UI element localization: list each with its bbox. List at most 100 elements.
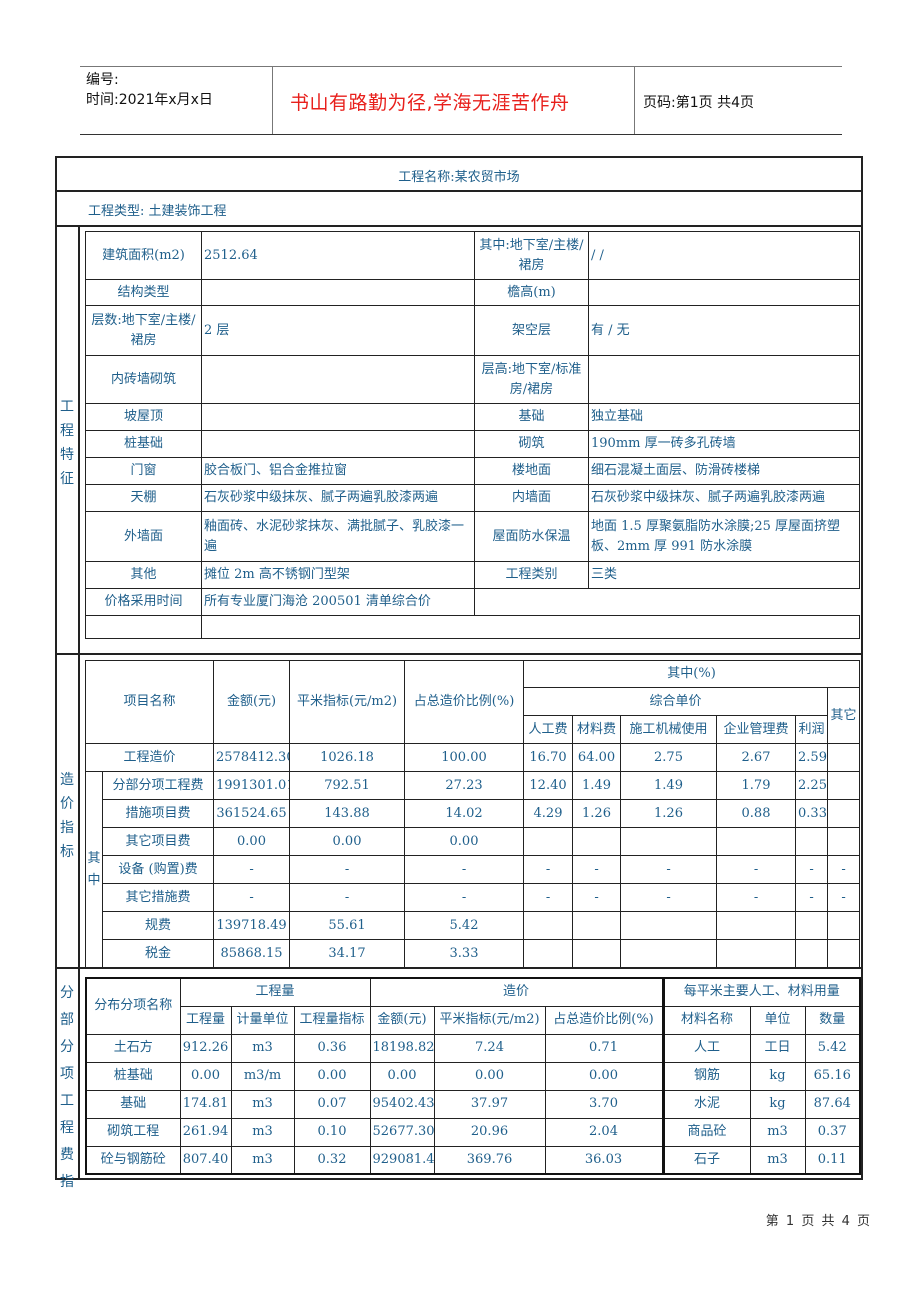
cell-empty	[523, 939, 574, 968]
project-type: 工程类型: 土建装饰工程	[88, 204, 227, 219]
cell-mat: 钢筋	[661, 1061, 751, 1091]
cell-empty	[795, 911, 829, 940]
cell-amount: 1991301.01	[213, 771, 291, 800]
cell-name: 土石方	[85, 1033, 181, 1063]
feature-label: 架空层	[474, 305, 589, 356]
cell-name: 砼与钢筋砼	[85, 1145, 181, 1175]
cell-ratio: 36.03	[544, 1145, 664, 1175]
cell-machine: 1.26	[620, 799, 718, 828]
table-row: 土石方 912.26 m3 0.36 18198.82 7.24 0.71 人工 工日 5.42	[85, 1033, 861, 1063]
col-header-qty-group: 工程量	[179, 977, 371, 1007]
cell-amount: 361524.65	[213, 799, 291, 828]
cell-mat-unit: kg	[749, 1089, 806, 1119]
feature-label: 屋面防水保温	[474, 511, 589, 562]
col-header-material: 材料费	[572, 715, 622, 744]
table-row-total: 工程造价 2578412.30 1026.18 100.00 16.70 64.…	[84, 743, 861, 772]
cell-per-m2: 143.88	[289, 799, 406, 828]
header-page-info: 页码:第1页 共4页	[643, 95, 754, 111]
cell-name: 分部分项工程费	[101, 771, 215, 800]
cell-qty-index: 0.10	[293, 1117, 371, 1147]
cell-ratio: 5.42	[404, 911, 525, 940]
feature-label: 建筑面积(m2)	[85, 231, 202, 280]
cell-mgmt	[716, 827, 797, 856]
divider	[55, 653, 863, 655]
col-header-amount: 金额(元)	[369, 1005, 435, 1035]
cell-name: 设备 (购置)费	[101, 855, 215, 884]
col-header-qty: 工程量	[179, 1005, 232, 1035]
header-bottom-rule	[80, 134, 842, 135]
feature-value: 细石混凝土面层、防滑砖楼梯	[588, 457, 860, 485]
cell-mgmt: -	[716, 855, 797, 884]
cell-other: -	[827, 855, 861, 884]
cell-profit: -	[795, 883, 829, 912]
cell-profit	[795, 827, 829, 856]
cell-empty	[620, 911, 718, 940]
sub-label-text: 其中	[87, 850, 101, 888]
header-motto: 书山有路勤为径,学海无涯苦作舟	[290, 92, 570, 114]
cell-ratio: 0.00	[404, 827, 525, 856]
cell-unit: m3	[230, 1089, 295, 1119]
table-row: 层数:地下室/主楼/裙房 2 层架空层有 / 无	[85, 305, 860, 356]
sub-label-of-which: 其中	[85, 771, 103, 968]
page-footer: 第 1 页 共 4 页	[765, 1214, 870, 1229]
cell-amount: 52677.30	[369, 1117, 435, 1147]
feature-value: 胶合板门、铝合金推拉窗	[201, 457, 475, 485]
cell-ratio: 2.04	[544, 1117, 664, 1147]
cell-ratio: 0.00	[544, 1061, 664, 1091]
feature-value	[588, 355, 860, 404]
col-header-material-unit: 单位	[749, 1005, 806, 1035]
cell-name: 税金	[101, 939, 215, 968]
cell-qty-index: 0.36	[293, 1033, 371, 1063]
table-row: 外墙面 釉面砖、水泥砂浆抹灰、满批腻子、乳胶漆一遍 屋面防水保温 地面 1.5 厚聚氨…	[85, 511, 860, 562]
feature-label: 坡屋顶	[85, 403, 202, 431]
col-header-amount: 金额(元)	[213, 660, 291, 744]
feature-value	[201, 430, 475, 458]
feature-label: 门窗	[85, 457, 202, 485]
cell-per-m2: 34.17	[289, 939, 406, 968]
feature-value: 所有专业厦门海沧 200501 清单综合价	[201, 588, 475, 616]
cell-per-m2: -	[289, 883, 406, 912]
cell-mgmt: 1.79	[716, 771, 797, 800]
feature-value: / /	[588, 231, 860, 280]
cell-material: -	[572, 883, 622, 912]
col-header-item: 项目名称	[84, 660, 215, 744]
feature-label: 工程类别	[474, 561, 589, 589]
section-label-subitem: 分部分项工程费指	[60, 985, 74, 1190]
cell-qty-index: 0.00	[293, 1061, 371, 1091]
feature-value: 2512.64	[201, 231, 475, 280]
col-header-per-m2: 平米指标(元/m2)	[433, 1005, 546, 1035]
cell-ratio: 27.23	[404, 771, 525, 800]
cell-name: 其它项目费	[101, 827, 215, 856]
feature-label: 檐高(m)	[474, 279, 589, 306]
cell-mat-qty: 87.64	[804, 1089, 861, 1119]
cell-labor: -	[523, 855, 574, 884]
section-label-cost-index: 造价指标	[60, 772, 74, 860]
cell-amount: 18198.82	[369, 1033, 435, 1063]
table-row: 其他 摊位 2m 高不锈钢门型架 工程类别 三类	[85, 561, 860, 589]
cell-per-m2: 0.00	[289, 827, 406, 856]
section-label-features: 工程特征	[60, 399, 74, 487]
col-header-unit: 计量单位	[230, 1005, 295, 1035]
table-row: 桩基础 0.00 m3/m 0.00 0.00 0.00 0.00 钢筋 kg 65.16	[85, 1061, 861, 1091]
feature-value: 有 / 无	[588, 305, 860, 356]
cell-empty	[795, 939, 829, 968]
col-header-name: 分布分项名称	[85, 977, 181, 1035]
table-row: 其它措施费 - - - - - - - - -	[86, 883, 861, 912]
divider	[55, 190, 863, 192]
feature-label: 其中:地下室/主楼/裙房	[474, 231, 589, 280]
cell-per-m2: 792.51	[289, 771, 406, 800]
features-table: 建筑面积(m2) 2512.64 其中:地下室/主楼/裙房 / / 结构类型 檐高(m) 层…	[85, 231, 860, 639]
cell-empty	[572, 911, 622, 940]
cell-other	[827, 771, 861, 800]
document-number-label: 编号:	[86, 72, 119, 88]
feature-label: 价格采用时间	[85, 588, 202, 616]
table-row: 价格采用时间 所有专业厦门海沧 200501 清单综合价	[85, 588, 860, 616]
feature-value	[588, 279, 860, 306]
cell-empty	[716, 939, 797, 968]
table-row: 其它项目费 0.00 0.00 0.00	[86, 827, 861, 856]
cell-machine: -	[620, 855, 718, 884]
cell-ratio: 14.02	[404, 799, 525, 828]
table-row: 砌筑工程 261.94 m3 0.10 52677.30 20.96 2.04 商品砼 m3 0.…	[85, 1117, 861, 1147]
cell-unit: m3	[230, 1033, 295, 1063]
cell-amount: 2578412.30	[213, 743, 291, 772]
